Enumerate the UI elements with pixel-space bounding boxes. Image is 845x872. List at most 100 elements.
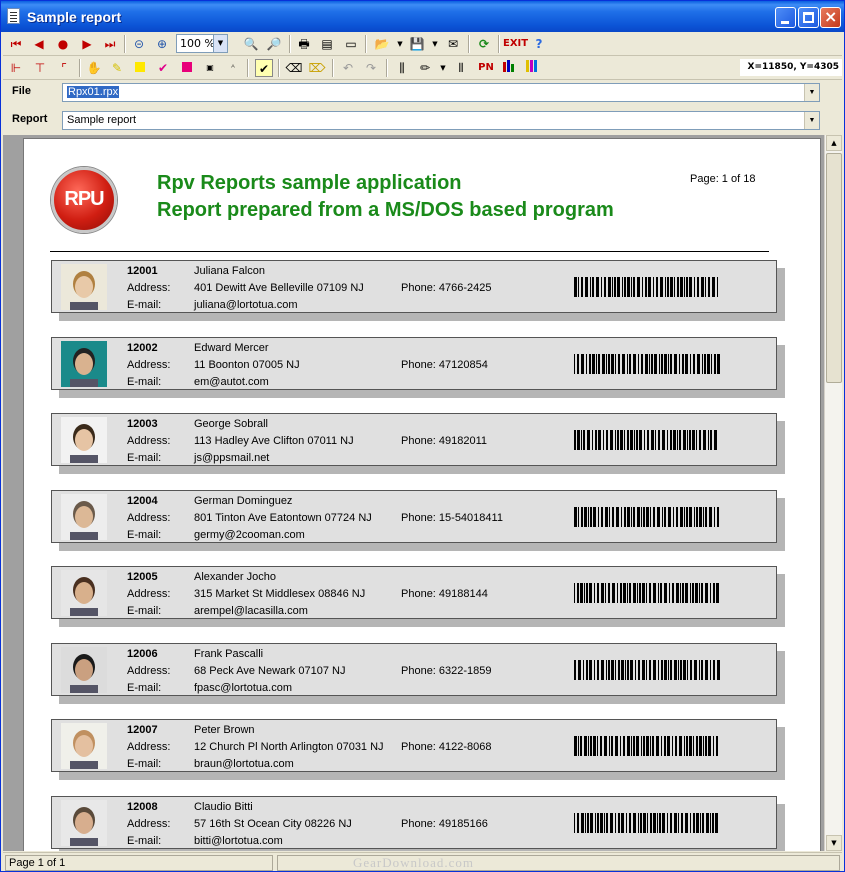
save-dropdown-icon[interactable]: ▼ bbox=[426, 35, 444, 53]
toolbar-separator bbox=[332, 59, 334, 77]
record-name: German Dominguez bbox=[194, 494, 293, 507]
barcode-bar bbox=[593, 736, 596, 756]
report-select[interactable]: Sample report ▼ bbox=[62, 111, 820, 130]
chevron-down-icon[interactable]: ▼ bbox=[804, 84, 819, 101]
refresh-icon[interactable]: ⟳ bbox=[475, 35, 493, 53]
last-page-icon[interactable]: ⏭ bbox=[101, 35, 119, 53]
pencil-icon[interactable]: ✏ bbox=[416, 59, 434, 77]
record-address: 11 Boonton 07005 NJ bbox=[194, 358, 300, 371]
chevron-down-icon[interactable]: ▼ bbox=[213, 35, 227, 52]
find-icon[interactable]: 🔍 bbox=[242, 35, 260, 53]
record-row: 12002 Edward Mercer Address: 11 Boonton 070… bbox=[51, 336, 777, 390]
barcode-bar bbox=[686, 506, 688, 527]
color-bars-icon[interactable] bbox=[522, 59, 540, 77]
columns-icon[interactable]: ⫼ bbox=[393, 59, 411, 77]
align-left-icon[interactable]: ⊩ bbox=[7, 59, 25, 77]
barcode-bar bbox=[656, 277, 658, 297]
open-dropdown-icon[interactable]: ▼ bbox=[391, 35, 409, 53]
exit-button[interactable]: EXIT bbox=[503, 35, 528, 53]
highlighter-icon[interactable]: ✎ bbox=[108, 59, 126, 77]
record-address: 113 Hadley Ave Clifton 07011 NJ bbox=[194, 435, 354, 447]
save-icon[interactable]: 💾 bbox=[408, 35, 426, 53]
align-corner-icon[interactable]: ⌜ bbox=[55, 59, 73, 77]
barcode-bar bbox=[638, 812, 639, 833]
scroll-up-icon[interactable]: ▲ bbox=[826, 135, 842, 151]
magenta-marker-icon[interactable] bbox=[178, 59, 196, 77]
barcode-bar bbox=[667, 736, 670, 756]
barcode-bar bbox=[669, 583, 670, 603]
barcode-bar bbox=[574, 659, 576, 680]
vertical-lines-icon[interactable]: ⦀ bbox=[452, 59, 470, 77]
barcode-bar bbox=[574, 812, 575, 833]
bar-chart-icon[interactable] bbox=[499, 59, 517, 77]
minimize-button[interactable] bbox=[775, 7, 796, 28]
hand-icon[interactable]: ✋ bbox=[85, 59, 103, 77]
address-label: Address: bbox=[127, 741, 171, 753]
yellow-marker-icon[interactable] bbox=[131, 59, 149, 77]
check-mark-icon[interactable]: ✔ bbox=[154, 59, 172, 77]
zoom-in-icon[interactable]: ⊕ bbox=[153, 35, 171, 53]
barcode-bar bbox=[615, 659, 616, 680]
undo-icon[interactable]: ↶ bbox=[339, 59, 357, 77]
barcode-bar bbox=[630, 430, 633, 450]
barcode-bar bbox=[618, 353, 620, 374]
barcode-bar bbox=[580, 736, 582, 756]
export-icon[interactable]: ✉ bbox=[444, 35, 462, 53]
stop-icon[interactable]: ● bbox=[54, 35, 72, 53]
report-preview[interactable]: RPU Rpv Reports sample application Repor… bbox=[3, 135, 824, 851]
next-page-icon[interactable]: ▶ bbox=[78, 35, 96, 53]
barcode-bar bbox=[633, 506, 635, 527]
barcode-bar bbox=[660, 277, 663, 297]
barcode-bar bbox=[631, 736, 632, 756]
barcode-bar bbox=[604, 812, 605, 833]
zoom-out-icon[interactable]: ⊝ bbox=[130, 35, 148, 53]
eraser-icon[interactable]: ⌫ bbox=[285, 59, 303, 77]
barcode-bar bbox=[580, 583, 583, 603]
pn-button[interactable]: PN bbox=[475, 59, 497, 77]
prev-page-icon[interactable]: ◀ bbox=[30, 35, 48, 53]
barcode-bar bbox=[680, 506, 683, 527]
chevron-down-icon[interactable]: ▼ bbox=[804, 112, 819, 129]
scroll-down-icon[interactable]: ▼ bbox=[826, 835, 842, 851]
barcode-bar bbox=[650, 736, 651, 756]
page-setup-icon[interactable]: ▭ bbox=[342, 35, 360, 53]
record-id: 12008 bbox=[127, 800, 158, 813]
barcode-bar bbox=[623, 736, 625, 756]
checkbox-tool-icon[interactable]: ✔ bbox=[255, 59, 273, 77]
address-label: Address: bbox=[127, 664, 171, 677]
close-button[interactable]: × bbox=[820, 7, 841, 28]
barcode-bar bbox=[673, 430, 676, 450]
align-top-icon[interactable]: ⊤ bbox=[31, 59, 49, 77]
barcode-bar bbox=[714, 506, 715, 527]
coordinates-readout: X=11850, Y=4305 bbox=[740, 59, 842, 76]
barcode-bar bbox=[597, 812, 599, 833]
barcode-bar bbox=[622, 353, 625, 374]
zoom-select[interactable]: 100 % ▼ bbox=[176, 34, 228, 53]
text-box-icon[interactable]: ▣ bbox=[201, 59, 219, 77]
barcode-bar bbox=[717, 353, 720, 374]
barcode-bar bbox=[597, 736, 598, 756]
redo-icon[interactable]: ↷ bbox=[362, 59, 380, 77]
maximize-icon bbox=[803, 12, 814, 23]
record-address: 801 Tinton Ave Eatontown 07724 NJ bbox=[194, 511, 372, 524]
file-select[interactable]: Rpx01.rpx ▼ bbox=[62, 83, 820, 102]
barcode-bar bbox=[656, 736, 659, 756]
help-icon[interactable]: ? bbox=[530, 35, 548, 53]
eraser-all-icon[interactable]: ⌦ bbox=[308, 59, 326, 77]
record-email: arempel@lacasilla.com bbox=[194, 605, 308, 617]
first-page-icon[interactable]: ⏮ bbox=[7, 35, 25, 53]
maximize-button[interactable] bbox=[798, 7, 819, 28]
header-divider bbox=[50, 251, 769, 252]
open-icon[interactable]: 📂 bbox=[373, 35, 391, 53]
scroll-thumb[interactable] bbox=[826, 153, 842, 383]
find-next-icon[interactable]: 🔎 bbox=[265, 35, 283, 53]
barcode-bar bbox=[615, 812, 616, 833]
status-bar: Page 1 of 1 GearDownload.com bbox=[3, 852, 842, 871]
print-icon[interactable]: 🖶 bbox=[295, 35, 313, 53]
barcode-bar bbox=[702, 812, 704, 833]
vertical-scrollbar[interactable]: ▲ ▼ bbox=[824, 135, 842, 851]
text-label-icon[interactable]: ᴬ bbox=[224, 59, 242, 77]
print-setup-icon[interactable]: ▤ bbox=[318, 35, 336, 53]
pencil-dropdown-icon[interactable]: ▼ bbox=[434, 59, 452, 77]
barcode-bar bbox=[617, 430, 619, 450]
